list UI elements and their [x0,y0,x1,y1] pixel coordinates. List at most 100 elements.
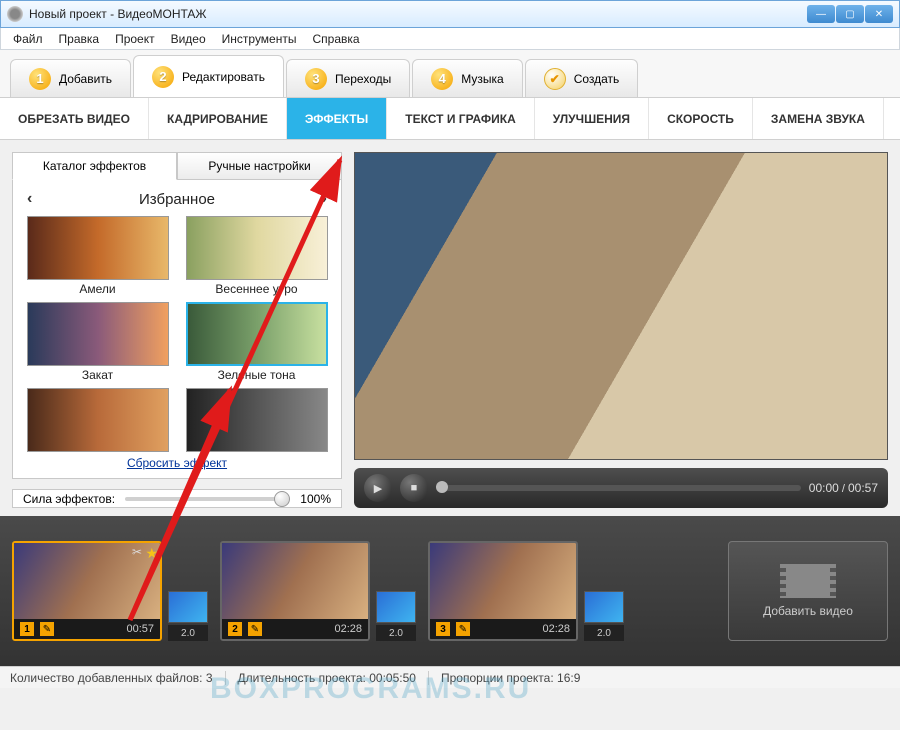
clip-number: 2 [228,622,242,636]
subtab-trim[interactable]: ОБРЕЗАТЬ ВИДЕО [0,98,149,139]
timeline-clip[interactable]: 2 ✎ 02:28 [220,541,370,641]
effect-item[interactable]: Зеленые тона [180,302,333,382]
subtab-enhance[interactable]: УЛУЧШЕНИЯ [535,98,649,139]
transition-duration: 2.0 [168,625,208,641]
preview-frame [355,153,887,459]
wizard-step-transitions[interactable]: 3 Переходы [286,59,410,97]
pencil-icon[interactable]: ✎ [248,622,262,636]
menu-help[interactable]: Справка [304,30,367,48]
wizard-step-label: Редактировать [182,70,265,84]
menu-edit[interactable]: Правка [51,30,108,48]
status-files-count: 3 [206,671,213,685]
subtab-speed[interactable]: СКОРОСТЬ [649,98,753,139]
preview-panel: ▶ ■ 00:00 / 00:57 [354,152,888,508]
effect-thumbnail [186,216,328,280]
seek-slider[interactable] [436,485,801,491]
effect-label: Зеленые тона [218,368,296,382]
effect-item[interactable]: Амели [21,216,174,296]
wizard-step-label: Музыка [461,72,503,86]
clip-thumbnail [430,543,576,619]
transition-slot[interactable]: 2.0 [584,591,624,641]
clip-duration: 02:28 [268,623,362,635]
tab-effect-catalog[interactable]: Каталог эффектов [12,152,177,180]
pencil-icon[interactable]: ✎ [456,622,470,636]
subtab-text-graphics[interactable]: ТЕКСТ И ГРАФИКА [387,98,534,139]
transition-duration: 2.0 [376,625,416,641]
wizard-step-label: Добавить [59,72,112,86]
subtab-replace-audio[interactable]: ЗАМЕНА ЗВУКА [753,98,884,139]
menu-video[interactable]: Видео [163,30,214,48]
wizard-step-edit[interactable]: 2 Редактировать [133,55,284,97]
effect-label: Закат [82,368,113,382]
menu-project[interactable]: Проект [107,30,163,48]
film-icon [786,564,830,598]
transition-slot[interactable]: 2.0 [168,591,208,641]
app-icon [7,6,23,22]
player-time: 00:00 / 00:57 [809,481,878,495]
timeline-clip[interactable]: 3✎02:28 [428,541,578,641]
effect-thumbnail [27,216,169,280]
wizard-step-create[interactable]: ✔Создать [525,59,639,97]
seek-knob-icon[interactable] [436,481,448,493]
video-preview[interactable] [354,152,888,460]
effect-thumbnail [27,388,169,452]
window-title: Новый проект - ВидеоМОНТАЖ [29,7,807,21]
strength-slider[interactable] [125,497,290,501]
slider-knob-icon[interactable] [274,491,290,507]
titlebar: Новый проект - ВидеоМОНТАЖ — ▢ ✕ [0,0,900,28]
star-icon: ★ [145,545,158,562]
step-number-icon: 1 [29,68,51,90]
stop-button[interactable]: ■ [400,474,428,502]
minimize-button[interactable]: — [807,5,835,23]
add-video-button[interactable]: Добавить видео [728,541,888,641]
pencil-icon[interactable]: ✎ [40,622,54,636]
transition-duration: 2.0 [584,625,624,641]
maximize-button[interactable]: ▢ [836,5,864,23]
wizard-step-music[interactable]: 4 Музыка [412,59,522,97]
effect-category-title: Избранное [139,191,215,208]
wizard-step-label: Переходы [335,72,391,86]
next-category-button[interactable]: › [322,190,327,208]
clip-thumbnail [222,543,368,619]
timeline-clip[interactable]: ✂ ★ 1✎00:57 [12,541,162,641]
status-aspect-label: Пропорции проекта: [441,671,554,685]
prev-category-button[interactable]: ‹ [27,190,32,208]
effect-item[interactable] [21,388,174,452]
status-duration-label: Длительность проекта: [238,671,366,685]
editor-subtabs: ОБРЕЗАТЬ ВИДЕО КАДРИРОВАНИЕ ЭФФЕКТЫ ТЕКС… [0,98,900,140]
clip-number: 1 [20,622,34,636]
clip-duration: 02:28 [476,623,570,635]
strength-value: 100% [300,492,331,506]
menu-file[interactable]: Файл [5,30,51,48]
effect-item[interactable]: Весеннее утро [180,216,333,296]
scissors-icon[interactable]: ✂ [132,545,142,559]
effect-label: Весеннее утро [215,282,297,296]
transition-thumbnail [168,591,208,623]
subtab-crop[interactable]: КАДРИРОВАНИЕ [149,98,287,139]
tab-manual-settings[interactable]: Ручные настройки [177,152,342,180]
transition-slot[interactable]: 2.0 [376,591,416,641]
effect-strength-row: Сила эффектов: 100% [12,489,342,508]
step-number-icon: 2 [152,66,174,88]
effect-item[interactable]: Закат [21,302,174,382]
status-aspect-value: 16:9 [557,671,580,685]
add-video-label: Добавить видео [763,604,853,618]
timeline[interactable]: ✂ ★ 1✎00:57 2.0 2✎02:28 2.0 3✎02:28 2.0 … [0,516,900,666]
effects-panel: Каталог эффектов Ручные настройки ‹ Избр… [12,152,342,508]
step-number-icon: 4 [431,68,453,90]
wizard-steps: 1 Добавить 2 Редактировать 3 Переходы 4 Музы… [0,50,900,98]
player-controls: ▶ ■ 00:00 / 00:57 [354,468,888,508]
play-button[interactable]: ▶ [364,474,392,502]
menubar: Файл Правка Проект Видео Инструменты Спр… [0,28,900,50]
reset-effect-link[interactable]: Сбросить эффект [21,456,333,470]
transition-thumbnail [376,591,416,623]
effect-thumbnail [186,388,328,452]
menu-tools[interactable]: Инструменты [214,30,305,48]
effect-item[interactable] [180,388,333,452]
strength-label: Сила эффектов: [23,492,115,506]
wizard-step-add[interactable]: 1 Добавить [10,59,131,97]
subtab-effects[interactable]: ЭФФЕКТЫ [287,98,387,139]
effects-grid: Амели Весеннее утро Закат Зеленые тона [21,216,333,452]
step-number-icon: 3 [305,68,327,90]
close-button[interactable]: ✕ [865,5,893,23]
